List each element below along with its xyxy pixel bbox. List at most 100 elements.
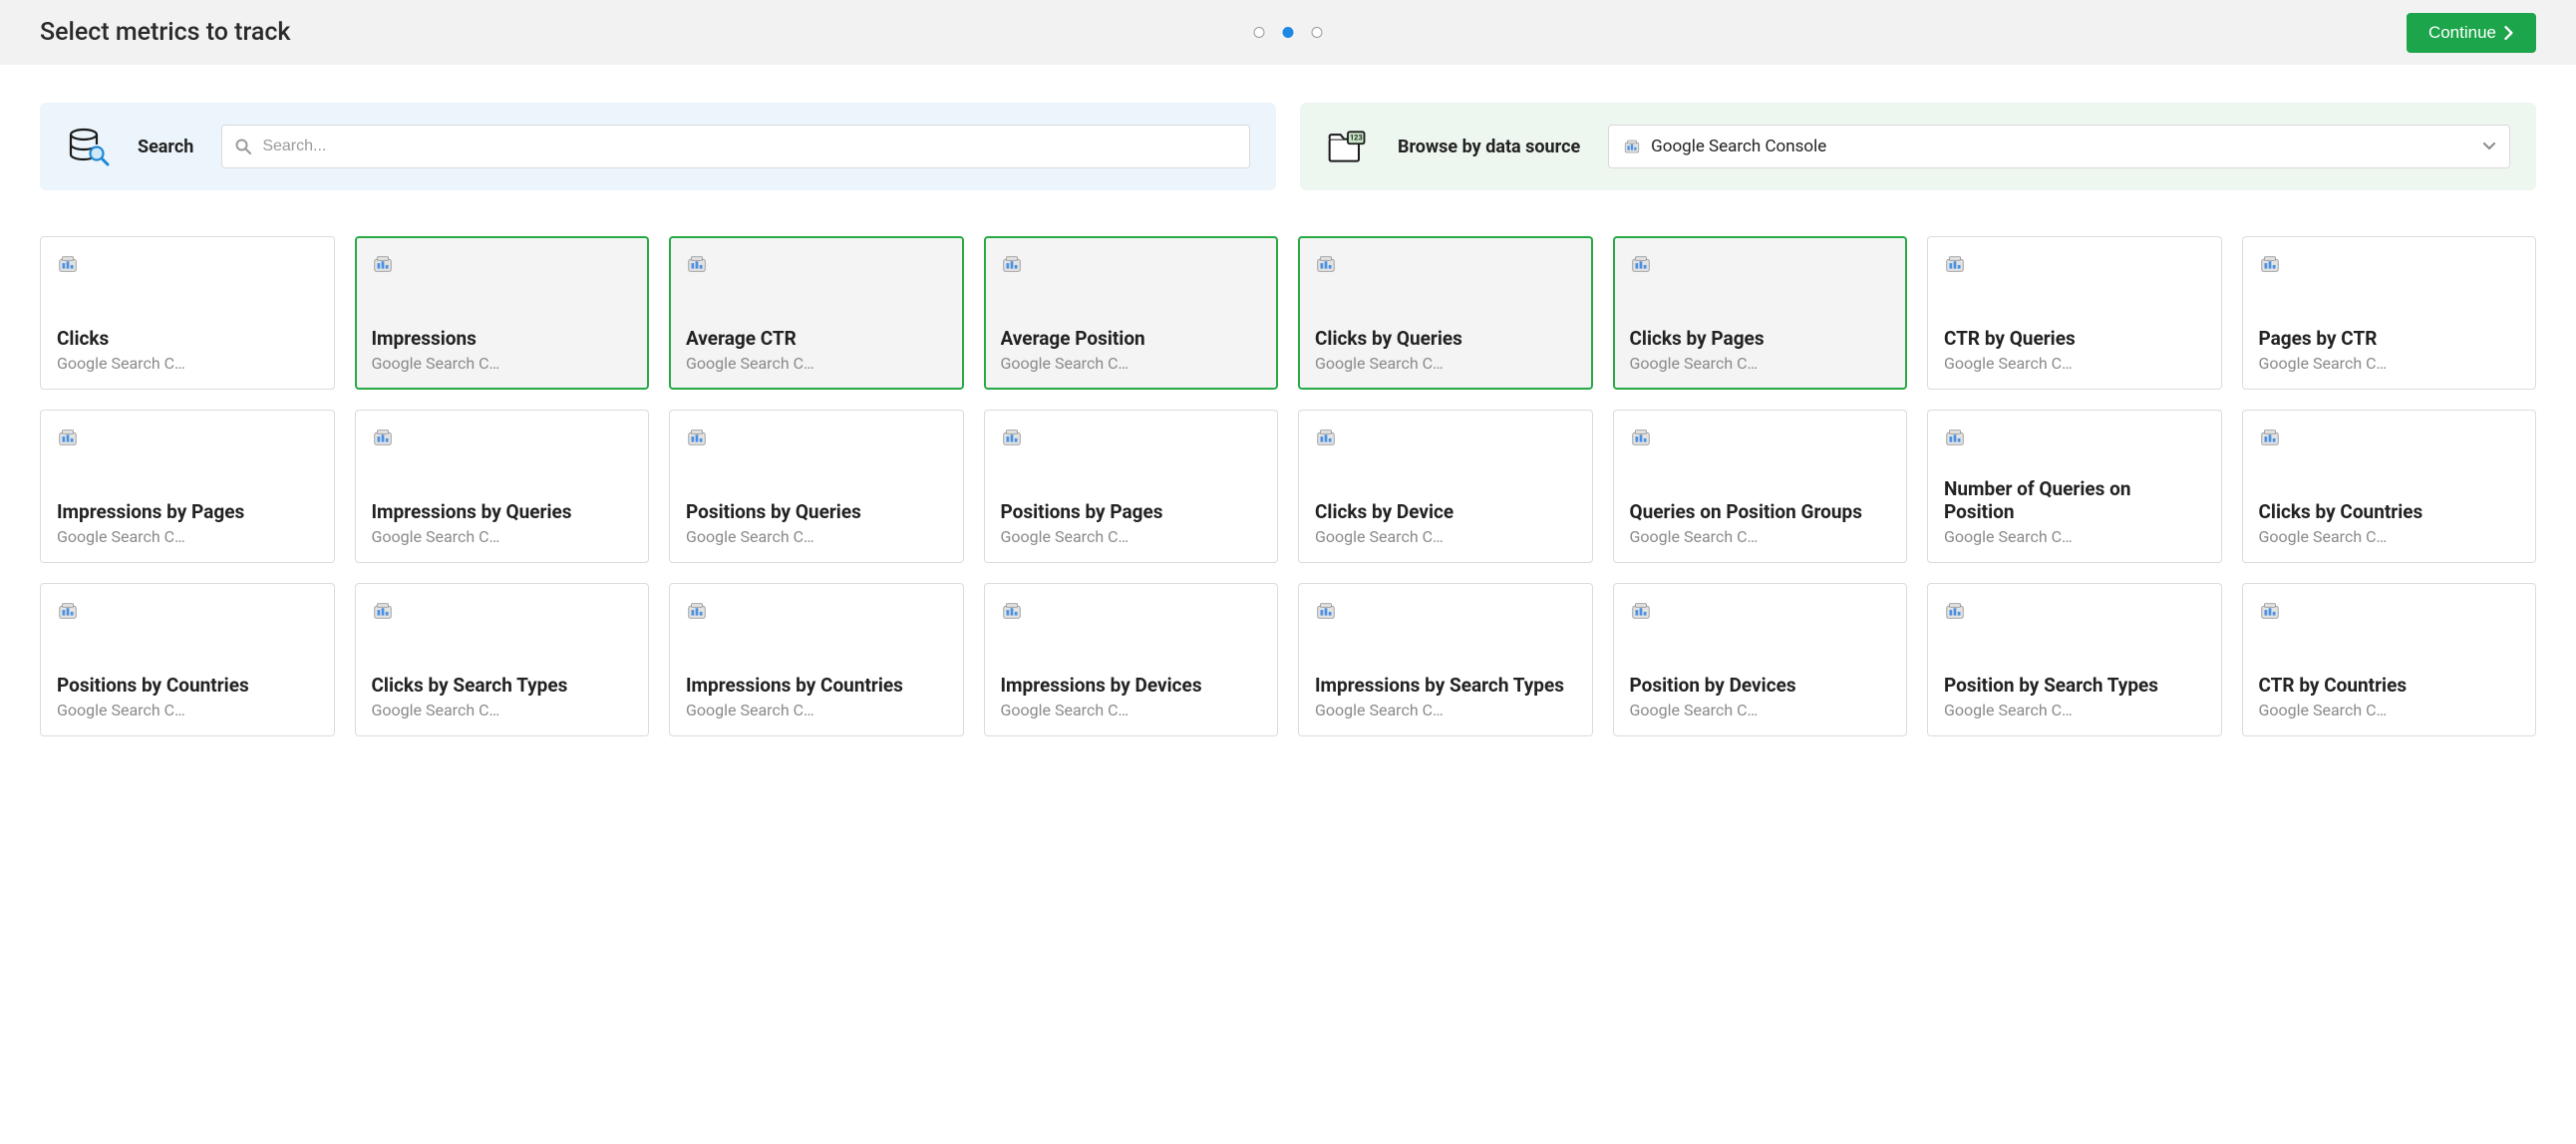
data-source-selected: Google Search Console: [1651, 137, 2473, 156]
gsc-icon: [2259, 427, 2281, 448]
metric-title: Clicks by Search Types: [372, 675, 633, 697]
metric-card[interactable]: Impressions by CountriesGoogle Search C…: [669, 583, 964, 736]
metric-card[interactable]: Queries on Position Groups Google Search …: [1613, 410, 1908, 563]
metric-source: Google Search C…: [372, 354, 633, 373]
continue-button[interactable]: Continue: [2407, 13, 2536, 53]
gsc-icon: [1001, 427, 1023, 448]
metric-title: Clicks by Device: [1315, 501, 1576, 523]
step-dot-3[interactable]: [1312, 27, 1323, 38]
metric-source: Google Search C…: [2259, 701, 2520, 719]
metric-title: Average CTR: [686, 328, 947, 350]
gsc-icon: [686, 253, 708, 275]
gsc-icon: [1315, 600, 1337, 622]
metric-title: Average Position: [1001, 328, 1262, 350]
gsc-icon: [1944, 600, 1966, 622]
metric-source: Google Search C…: [2259, 527, 2520, 546]
metric-card[interactable]: Clicks by Device Google Search C…: [1298, 410, 1593, 563]
metric-source: Google Search C…: [1001, 527, 1262, 546]
metric-source: Google Search C…: [57, 354, 318, 373]
step-dot-2[interactable]: [1283, 27, 1294, 38]
search-label: Search: [138, 137, 193, 157]
metric-title: Impressions by Devices: [1001, 675, 1262, 697]
gsc-icon: [1001, 600, 1023, 622]
metric-card[interactable]: Clicks by QueriesGoogle Search C…: [1298, 236, 1593, 390]
metric-title: Impressions by Queries: [372, 501, 633, 523]
metric-source: Google Search C…: [1630, 527, 1891, 546]
metric-source: Google Search C…: [1944, 354, 2205, 373]
gsc-icon: [1001, 253, 1023, 275]
metric-source: Google Search C…: [1944, 701, 2205, 719]
metric-source: Google Search C…: [2259, 354, 2520, 373]
metric-card[interactable]: Average Position Google Search C…: [984, 236, 1279, 390]
step-dot-1[interactable]: [1254, 27, 1265, 38]
metric-title: Number of Queries on Position: [1944, 478, 2205, 523]
gsc-icon: [1630, 427, 1652, 448]
search-input[interactable]: [221, 125, 1250, 168]
metric-title: Clicks by Queries: [1315, 328, 1576, 350]
metric-title: Impressions by Pages: [57, 501, 318, 523]
metric-card[interactable]: ImpressionsGoogle Search C…: [355, 236, 650, 390]
metric-title: Positions by Countries: [57, 675, 318, 697]
metric-title: Positions by Pages: [1001, 501, 1262, 523]
chevron-right-icon: [2504, 26, 2514, 40]
metric-card[interactable]: Position by DevicesGoogle Search C…: [1613, 583, 1908, 736]
metric-title: Clicks by Pages: [1630, 328, 1891, 350]
gsc-icon: [1630, 253, 1652, 275]
continue-label: Continue: [2428, 23, 2496, 43]
filter-row: Search 123 Browse by data source Google …: [0, 65, 2576, 190]
gsc-icon: [1315, 427, 1337, 448]
metric-card[interactable]: Positions by Countries Google Search C…: [40, 583, 335, 736]
gsc-icon: [686, 600, 708, 622]
svg-text:123: 123: [1350, 134, 1363, 143]
gsc-icon: [372, 600, 394, 622]
metric-card[interactable]: Impressions by PagesGoogle Search C…: [40, 410, 335, 563]
metric-card[interactable]: Positions by Pages Google Search C…: [984, 410, 1279, 563]
metric-card[interactable]: Clicks Google Search C…: [40, 236, 335, 390]
metric-title: Position by Devices: [1630, 675, 1891, 697]
gsc-icon: [57, 600, 79, 622]
metric-card[interactable]: Impressions by Queries Google Search C…: [355, 410, 650, 563]
metric-source: Google Search C…: [1001, 701, 1262, 719]
metric-card[interactable]: Average CTRGoogle Search C…: [669, 236, 964, 390]
metric-title: Positions by Queries: [686, 501, 947, 523]
gsc-icon: [372, 427, 394, 448]
metric-title: Queries on Position Groups: [1630, 501, 1891, 523]
gsc-icon: [57, 427, 79, 448]
metric-card[interactable]: Position by Search Types Google Search C…: [1927, 583, 2222, 736]
page-title: Select metrics to track: [40, 18, 290, 47]
metric-card[interactable]: Number of Queries on Position Google Sear…: [1927, 410, 2222, 563]
database-search-icon: [66, 127, 110, 166]
metric-title: Position by Search Types: [1944, 675, 2205, 697]
wizard-header: Select metrics to track Continue: [0, 0, 2576, 65]
metric-card[interactable]: CTR by QueriesGoogle Search C…: [1927, 236, 2222, 390]
search-panel: Search: [40, 103, 1276, 190]
search-input-wrap: [221, 125, 1250, 168]
metric-card[interactable]: Impressions by Devices Google Search C…: [984, 583, 1279, 736]
metric-title: Clicks: [57, 328, 318, 350]
metric-card[interactable]: Impressions by Search TypesGoogle Search…: [1298, 583, 1593, 736]
metric-card[interactable]: Clicks by Countries Google Search C…: [2242, 410, 2537, 563]
metric-title: Impressions by Countries: [686, 675, 947, 697]
metric-card[interactable]: Clicks by PagesGoogle Search C…: [1613, 236, 1908, 390]
metric-source: Google Search C…: [1001, 354, 1262, 373]
metric-source: Google Search C…: [372, 527, 633, 546]
stepper: [1254, 27, 1323, 38]
metric-title: Clicks by Countries: [2259, 501, 2520, 523]
metric-card[interactable]: Pages by CTR Google Search C…: [2242, 236, 2537, 390]
gsc-icon: [1944, 253, 1966, 275]
metric-card[interactable]: Clicks by Search TypesGoogle Search C…: [355, 583, 650, 736]
metrics-grid: ClicksGoogle Search C…ImpressionsGoogle …: [0, 190, 2576, 746]
data-source-icon: 123: [1326, 127, 1370, 166]
metric-source: Google Search C…: [1944, 527, 2205, 546]
metric-source: Google Search C…: [57, 701, 318, 719]
gsc-icon: [1630, 600, 1652, 622]
browse-label: Browse by data source: [1398, 137, 1580, 157]
metric-title: Pages by CTR: [2259, 328, 2520, 350]
metric-card[interactable]: Positions by QueriesGoogle Search C…: [669, 410, 964, 563]
search-icon: [235, 139, 251, 154]
metric-card[interactable]: CTR by CountriesGoogle Search C…: [2242, 583, 2537, 736]
metric-title: Impressions by Search Types: [1315, 675, 1576, 697]
data-source-select[interactable]: Google Search Console: [1608, 125, 2510, 168]
chevron-down-icon: [2483, 143, 2495, 150]
metric-source: Google Search C…: [1315, 527, 1576, 546]
